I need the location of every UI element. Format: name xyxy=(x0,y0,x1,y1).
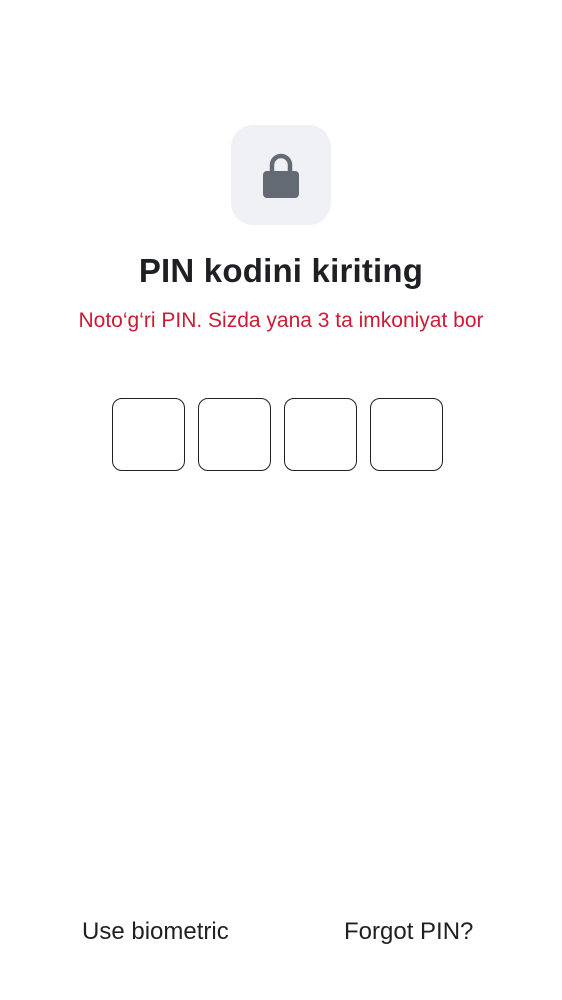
forgot-pin-button[interactable]: Forgot PIN? xyxy=(344,912,473,952)
error-message: Noto‘g‘ri PIN. Sizda yana 3 ta imkoniyat… xyxy=(78,309,484,332)
pin-digit-3[interactable] xyxy=(284,398,357,471)
page-title: PIN kodini kiriting xyxy=(138,252,424,289)
pin-digit-2[interactable] xyxy=(198,398,271,471)
use-biometric-button[interactable]: Use biometric xyxy=(82,912,229,952)
pin-digit-1[interactable] xyxy=(112,398,185,471)
pin-input-group xyxy=(112,398,450,473)
pin-digit-4[interactable] xyxy=(370,398,443,471)
lock-icon xyxy=(263,153,299,198)
lock-tile xyxy=(231,125,331,225)
